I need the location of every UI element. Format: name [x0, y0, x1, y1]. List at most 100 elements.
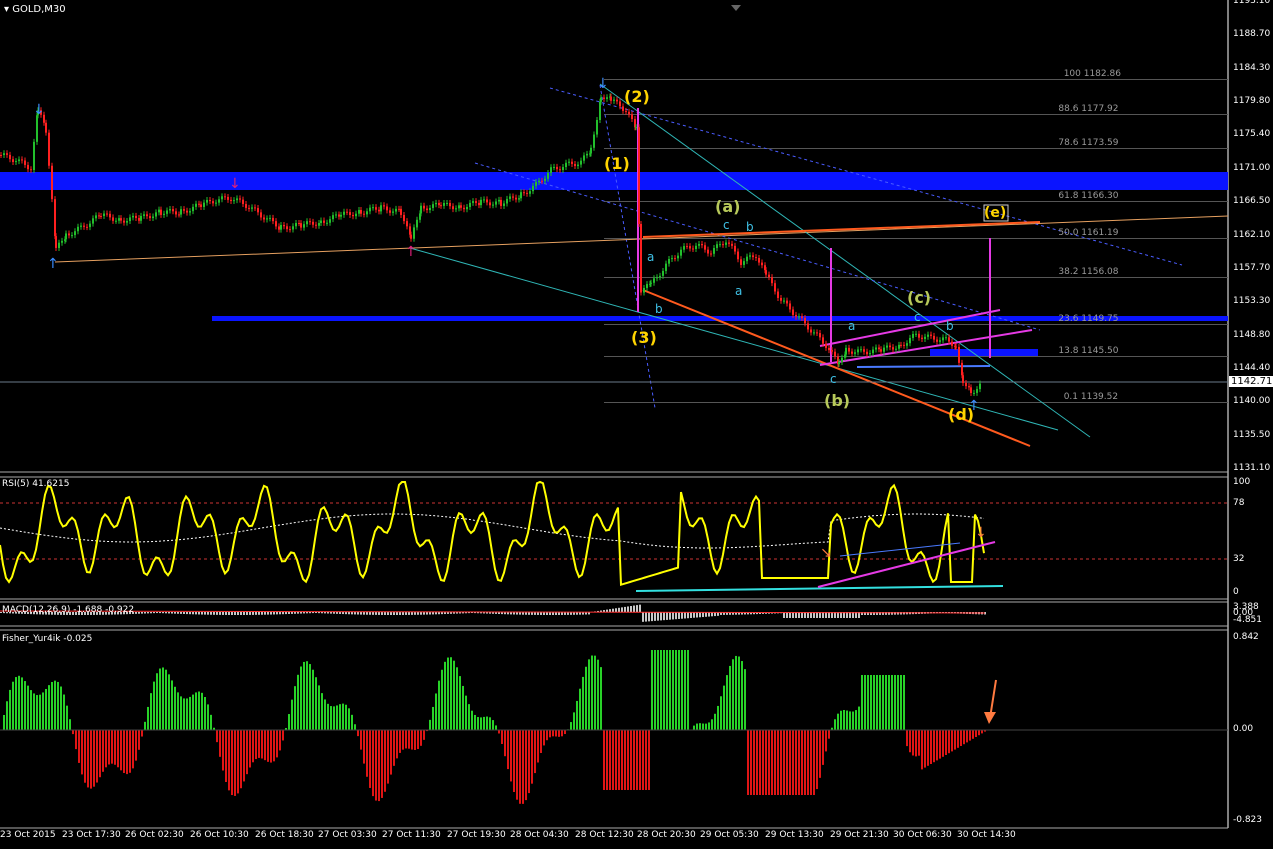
fisher-bar — [909, 730, 911, 753]
fib-level-label: 0.1 1139.52 — [1063, 392, 1119, 402]
fisher-bar — [324, 699, 326, 730]
candle-body — [758, 257, 760, 263]
fisher-bar — [705, 723, 707, 730]
candle-body — [266, 218, 268, 220]
candle-body — [21, 159, 23, 161]
candle-body — [343, 211, 345, 215]
fisher-bar — [264, 730, 266, 761]
macd-bar — [606, 609, 608, 612]
candle-body — [948, 337, 950, 342]
macd-bar — [294, 612, 296, 614]
fisher-bar — [66, 705, 68, 730]
fisher-bar — [861, 675, 863, 730]
fisher-bar — [624, 730, 626, 790]
candle-body — [774, 283, 776, 292]
fisher-bar — [855, 710, 857, 730]
fisher-bar — [186, 698, 188, 730]
fisher-bar — [969, 730, 971, 741]
macd-bar — [144, 612, 146, 614]
candle-body — [936, 339, 938, 342]
fisher-bar — [330, 706, 332, 730]
fisher-bar — [648, 730, 650, 790]
candle-body — [529, 191, 531, 194]
candle-body — [74, 231, 76, 236]
fisher-bar — [957, 730, 959, 748]
candle-body — [625, 110, 627, 112]
macd-bar — [651, 612, 653, 622]
macd-bar — [303, 612, 305, 614]
macd-bar — [177, 612, 179, 614]
candle-body — [129, 217, 131, 222]
fisher-bar — [615, 730, 617, 790]
fisher-bar — [357, 730, 359, 737]
chart-canvas[interactable]: ↓ ↑ ↓ ↑ ↓ ↑ ↘ ↓ — [0, 0, 1273, 849]
minor-wave-c: c — [723, 218, 730, 232]
macd-bar — [234, 612, 236, 615]
fisher-bar — [387, 730, 389, 784]
candle-body — [239, 198, 241, 200]
candle-body — [665, 263, 667, 271]
candle-body — [780, 297, 782, 301]
candle-body — [951, 341, 953, 346]
candle-body — [68, 233, 70, 236]
candle-body — [962, 375, 964, 383]
candle-body — [248, 207, 250, 209]
fisher-bar — [594, 655, 596, 730]
macd-bar — [258, 612, 260, 615]
triangle-down-icon[interactable]: ▾ — [4, 4, 9, 15]
candle-body — [903, 344, 905, 346]
macd-bar — [393, 612, 395, 615]
macd-bar — [618, 607, 620, 612]
candle-body — [495, 201, 497, 205]
fisher-bar — [399, 730, 401, 753]
fisher-bar — [684, 650, 686, 730]
candle-body — [340, 214, 342, 217]
fisher-bar — [297, 674, 299, 730]
symbol-label[interactable]: ▾ GOLD,M30 — [4, 4, 66, 15]
fisher-bar — [30, 690, 32, 730]
macd-title: MACD(12,26,9) -1.688 -0.922 — [2, 605, 135, 615]
fisher-bar — [126, 730, 128, 775]
macd-bar — [240, 612, 242, 615]
fisher-bar — [906, 730, 908, 747]
fisher-bar — [846, 710, 848, 730]
candle-body — [163, 213, 165, 215]
fisher-bar — [183, 698, 185, 730]
fisher-bar — [543, 730, 545, 746]
candle-body — [512, 196, 514, 198]
candle-body — [955, 346, 957, 348]
macd-bar — [264, 612, 266, 615]
fisher-bar — [105, 730, 107, 768]
candle-body — [695, 245, 697, 249]
price-axis-label: 1188.70 — [1233, 29, 1271, 40]
candle-body — [635, 127, 637, 129]
macd-bar — [135, 612, 137, 614]
candle-body — [656, 277, 658, 279]
macd-bar — [201, 612, 203, 615]
rsi-arrow-icon: ↓ — [975, 525, 987, 541]
macd-bar — [372, 612, 374, 615]
candle-body — [816, 332, 818, 334]
macd-bar — [330, 612, 332, 614]
fisher-bar — [177, 692, 179, 730]
macd-bar — [219, 612, 221, 615]
fisher-bar — [576, 700, 578, 730]
candle-body — [600, 97, 602, 102]
candle-body — [845, 347, 847, 355]
candle-body — [880, 349, 882, 352]
macd-bar — [381, 612, 383, 615]
main-price-panel[interactable] — [0, 0, 1228, 472]
candle-body — [698, 244, 700, 246]
macd-bar — [378, 612, 380, 615]
minor-wave-a: a — [647, 250, 655, 264]
candle-body — [771, 277, 773, 284]
fisher-bar — [78, 730, 80, 763]
fisher-bar — [606, 730, 608, 790]
down-arrow-icon: ↓ — [597, 76, 609, 92]
candle-body — [746, 256, 748, 262]
fisher-bar — [258, 730, 260, 758]
candle-body — [383, 205, 385, 207]
fisher-bar — [243, 730, 245, 782]
macd-bar — [237, 612, 239, 615]
fisher-bar — [828, 730, 830, 739]
